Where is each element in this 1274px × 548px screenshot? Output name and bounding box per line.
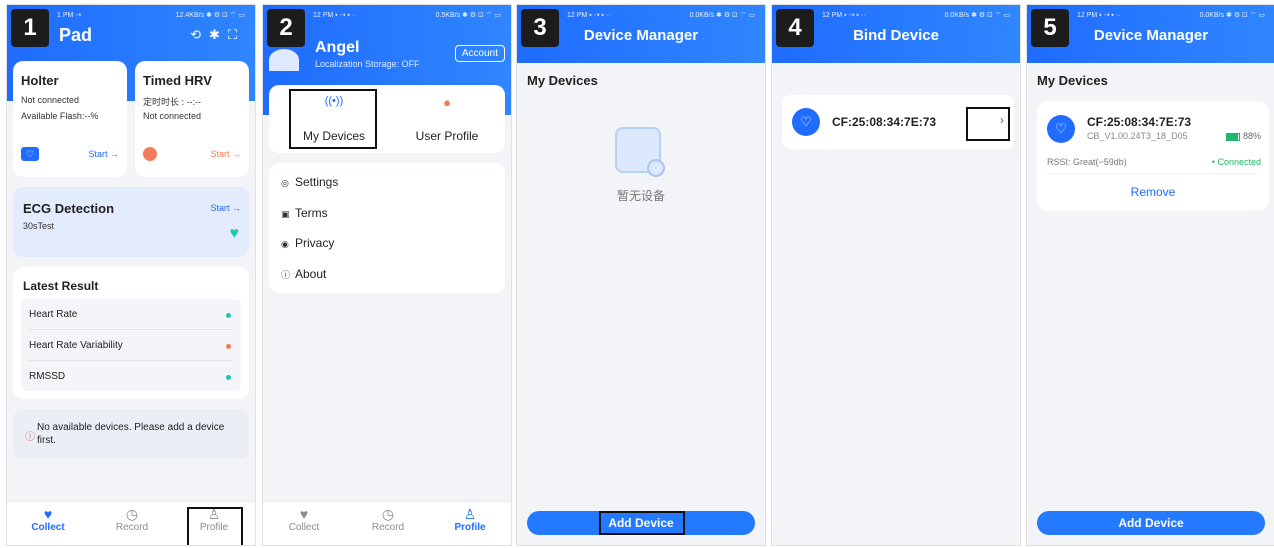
user-profile-entry[interactable]: ● User Profile: [397, 95, 497, 143]
screen-device-manager-connected: 5 12 PM ▪ ⇢ ▪ ·· 0.0KB/s ✱ ⚙ ⊡ ⌔ ▭ Devic…: [1026, 4, 1274, 546]
section-title: My Devices: [527, 73, 598, 88]
clock-icon: ◷: [381, 506, 395, 522]
highlight-profile-tab: [187, 507, 243, 545]
highlight-my-devices: [289, 89, 377, 149]
empty-box-icon: [615, 127, 665, 177]
holter-card[interactable]: Holter Not connected Available Flash:--%…: [13, 61, 127, 177]
step-badge: 3: [521, 9, 559, 47]
info-icon: ⓘ: [281, 270, 291, 280]
step-badge: 2: [267, 9, 305, 47]
avatar[interactable]: [269, 49, 299, 71]
account-button[interactable]: Account: [454, 45, 505, 62]
screen-device-manager-empty: 3 12 PM ▪ ⇢ ▪ ·· 0.0KB/s ✱ ⚙ ⊡ ⌔ ▭ Devic…: [516, 4, 766, 546]
status-dot: [226, 375, 231, 380]
heartbeat-device-icon: ♡: [1047, 115, 1075, 143]
menu-about[interactable]: ⓘ About: [281, 267, 326, 281]
step-badge: 4: [776, 9, 814, 47]
tab-collect[interactable]: ♥ Collect: [13, 506, 83, 533]
heartbeat-device-icon: ♡: [792, 108, 820, 136]
user-name: Angel: [315, 39, 360, 56]
ecg-detection-card[interactable]: ECG Detection 30sTest Start → ♥: [13, 187, 249, 257]
tab-record[interactable]: ◷ Record: [353, 506, 423, 533]
shield-icon: ◉: [281, 239, 289, 249]
step-badge: 5: [1031, 9, 1069, 47]
menu-terms[interactable]: ▣ Terms: [281, 206, 328, 220]
document-icon: ▣: [281, 209, 290, 219]
step-badge: 1: [11, 9, 49, 47]
highlight-add-device: [599, 511, 685, 535]
storage-status: Localization Storage: OFF: [315, 59, 420, 69]
result-row[interactable]: Heart Rate: [29, 309, 77, 320]
latest-result-card: Latest Result Heart Rate Heart Rate Vari…: [13, 267, 249, 399]
result-row[interactable]: RMSSD: [29, 371, 65, 382]
holter-start-button[interactable]: Start →: [88, 149, 119, 159]
firmware-version: CB_V1.00.24T3_18_D05: [1087, 131, 1188, 141]
status-dot: [226, 344, 231, 349]
hrv-start-button[interactable]: Start →: [210, 149, 241, 159]
device-mac: CF:25:08:34:7E:73: [1087, 115, 1192, 129]
heart-icon: ♥: [43, 506, 53, 522]
device-card: ♡ CF:25:08:34:7E:73 CB_V1.00.24T3_18_D05…: [1037, 101, 1269, 211]
no-device-notice: ⓘ No available devices. Please add a dev…: [13, 409, 249, 459]
menu-settings[interactable]: ◎ Settings: [281, 175, 338, 189]
refresh-icon[interactable]: ⟲: [190, 27, 209, 42]
gear-icon: ◎: [281, 178, 289, 188]
rssi-value: RSSI: Great(−59db): [1047, 157, 1127, 167]
warning-icon: ⓘ: [25, 432, 35, 443]
stopwatch-icon: [143, 147, 157, 161]
bottom-tab-bar: ♥ Collect ◷ Record ♙ Profile: [263, 501, 511, 545]
menu-privacy[interactable]: ◉ Privacy: [281, 236, 334, 250]
result-row[interactable]: Heart Rate Variability: [29, 340, 123, 351]
screen-profile: 2 12 PM ▪ ⇢ ▪ ·· 0.5KB/s ✱ ⚙ ⊡ ⌔ ▭ Angel…: [262, 4, 512, 546]
remove-button[interactable]: Remove: [1037, 185, 1269, 199]
highlight-connect-chevron: [966, 107, 1010, 141]
user-icon: ♙: [463, 506, 477, 522]
tab-collect[interactable]: ♥ Collect: [269, 506, 339, 533]
tutorial-strip: 1 1 PM ⇢ 12.4KB/s ✱ ⚙ ⊡ ⌔ ▭ Pad ⟲✱⛶ Holt…: [0, 0, 1274, 548]
status-badge: • Connected: [1211, 157, 1261, 167]
heart-icon: ♥: [299, 506, 309, 522]
battery-level: 88%: [1226, 131, 1261, 141]
ecg-start-button[interactable]: Start →: [210, 203, 241, 213]
scan-icon[interactable]: ⛶: [228, 27, 245, 42]
add-device-button[interactable]: Add Device: [1037, 511, 1265, 535]
timed-hrv-card[interactable]: Timed HRV 定时时长 : --:-- Not connected Sta…: [135, 61, 249, 177]
empty-state-text: 暂无设备: [616, 189, 665, 203]
section-title: My Devices: [1037, 73, 1108, 88]
clock-icon: ◷: [125, 506, 139, 522]
screen-bind-device: 4 12 PM ▪ ⇢ ▪ ·· 0.0KB/s ✱ ⚙ ⊡ ⌔ ▭ Bind …: [771, 4, 1021, 546]
device-mac: CF:25:08:34:7E:73: [832, 115, 937, 129]
screen-home: 1 1 PM ⇢ 12.4KB/s ✱ ⚙ ⊡ ⌔ ▭ Pad ⟲✱⛶ Holt…: [6, 4, 256, 546]
settings-menu: ◎ Settings ▣ Terms ◉ Privacy ⓘ About: [269, 163, 505, 293]
tab-record[interactable]: ◷ Record: [97, 506, 167, 533]
status-dot: [226, 313, 231, 318]
tab-profile[interactable]: ♙ Profile: [435, 506, 505, 533]
battery-icon: [1226, 132, 1241, 141]
bluetooth-icon[interactable]: ✱: [209, 27, 228, 42]
page-title: Pad: [59, 25, 93, 45]
person-icon: ●: [443, 95, 451, 110]
clock-icon: [647, 159, 665, 177]
ecg-monitor-icon: ♡: [21, 147, 39, 161]
heart-pulse-icon: ♥: [229, 225, 240, 242]
